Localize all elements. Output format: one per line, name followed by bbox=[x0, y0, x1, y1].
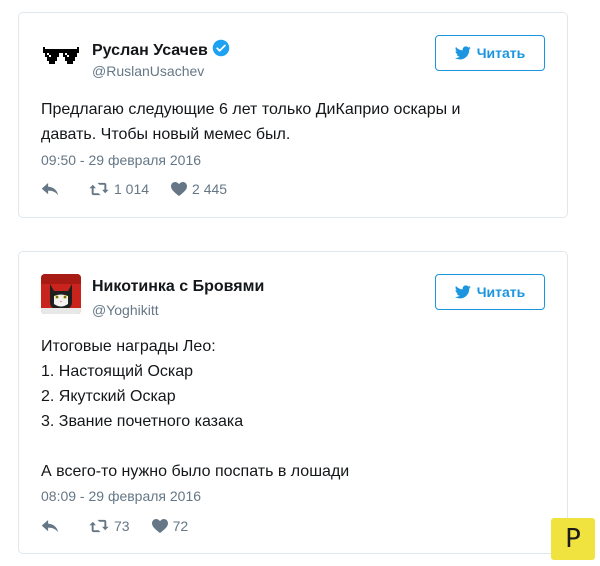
retweet-count: 1 014 bbox=[114, 181, 150, 197]
author-name[interactable]: Никотинка с Бровями bbox=[92, 278, 264, 296]
pixel-glasses-icon bbox=[41, 35, 81, 75]
follow-button[interactable]: Читать bbox=[435, 274, 545, 310]
retweet-button[interactable]: 1 014 bbox=[89, 181, 149, 197]
tweet-text-line: 2. Якутский Оскар bbox=[41, 388, 176, 405]
author-handle[interactable]: @RuslanUsachev bbox=[92, 63, 204, 79]
author-name-text[interactable]: Никотинка с Бровями bbox=[92, 278, 264, 295]
follow-button-label: Читать bbox=[476, 45, 526, 61]
tweet-text-line: А всего-то нужно было поспать в лошади bbox=[41, 463, 350, 480]
tweet-text-line: Итоговые награды Лео: bbox=[41, 338, 216, 355]
reply-button[interactable] bbox=[41, 182, 59, 196]
tweet-text: Предлагаю следующие 6 лет только ДиКапри… bbox=[41, 97, 545, 147]
tweet-card: Руслан Усачев @RuslanUsachev Читать Пред… bbox=[18, 12, 568, 218]
avatar[interactable] bbox=[41, 35, 81, 75]
retweet-button[interactable]: 73 bbox=[89, 518, 130, 534]
author-handle[interactable]: @Yoghikitt bbox=[92, 302, 159, 318]
reply-icon bbox=[41, 520, 59, 533]
tweet-timestamp[interactable]: 08:09 - 29 февраля 2016 bbox=[41, 488, 201, 504]
verified-badge-icon bbox=[212, 39, 230, 57]
retweet-icon bbox=[89, 519, 109, 533]
tweet-text-line: давать. Чтобы новый мемес был. bbox=[41, 126, 291, 143]
like-button[interactable]: 72 bbox=[151, 518, 189, 534]
reply-icon bbox=[41, 183, 59, 196]
tweet-card: Никотинка с Бровями @Yoghikitt Читать Ит… bbox=[18, 251, 568, 554]
like-button[interactable]: 2 445 bbox=[171, 181, 227, 197]
twitter-bird-icon bbox=[454, 46, 471, 60]
author-name[interactable]: Руслан Усачев bbox=[92, 39, 230, 60]
follow-button[interactable]: Читать bbox=[435, 35, 545, 71]
cat-avatar-icon bbox=[41, 274, 81, 314]
tweet-timestamp[interactable]: 09:50 - 29 февраля 2016 bbox=[41, 152, 201, 168]
follow-button-label: Читать bbox=[476, 284, 526, 300]
tweet-text-line: Предлагаю следующие 6 лет только ДиКапри… bbox=[41, 101, 461, 118]
site-logo-watermark: P bbox=[551, 518, 595, 560]
twitter-bird-icon bbox=[454, 285, 471, 299]
watermark-letter: P bbox=[565, 524, 581, 554]
avatar[interactable] bbox=[41, 274, 81, 314]
heart-icon bbox=[151, 519, 168, 533]
tweet-text-line: 3. Звание почетного казака bbox=[41, 413, 244, 430]
like-count: 2 445 bbox=[192, 181, 228, 197]
retweet-icon bbox=[89, 182, 109, 196]
retweet-count: 73 bbox=[114, 518, 130, 534]
reply-button[interactable] bbox=[41, 519, 59, 533]
like-count: 72 bbox=[172, 518, 189, 534]
author-name-text[interactable]: Руслан Усачев bbox=[92, 42, 208, 59]
heart-icon bbox=[171, 182, 188, 196]
tweet-text-line: 1. Настоящий Оскар bbox=[41, 363, 194, 380]
tweet-actions: 73 72 bbox=[41, 518, 188, 534]
tweet-text: Итоговые награды Лео: 1. Настоящий Оскар… bbox=[41, 334, 545, 484]
tweet-actions: 1 014 2 445 bbox=[41, 181, 227, 197]
